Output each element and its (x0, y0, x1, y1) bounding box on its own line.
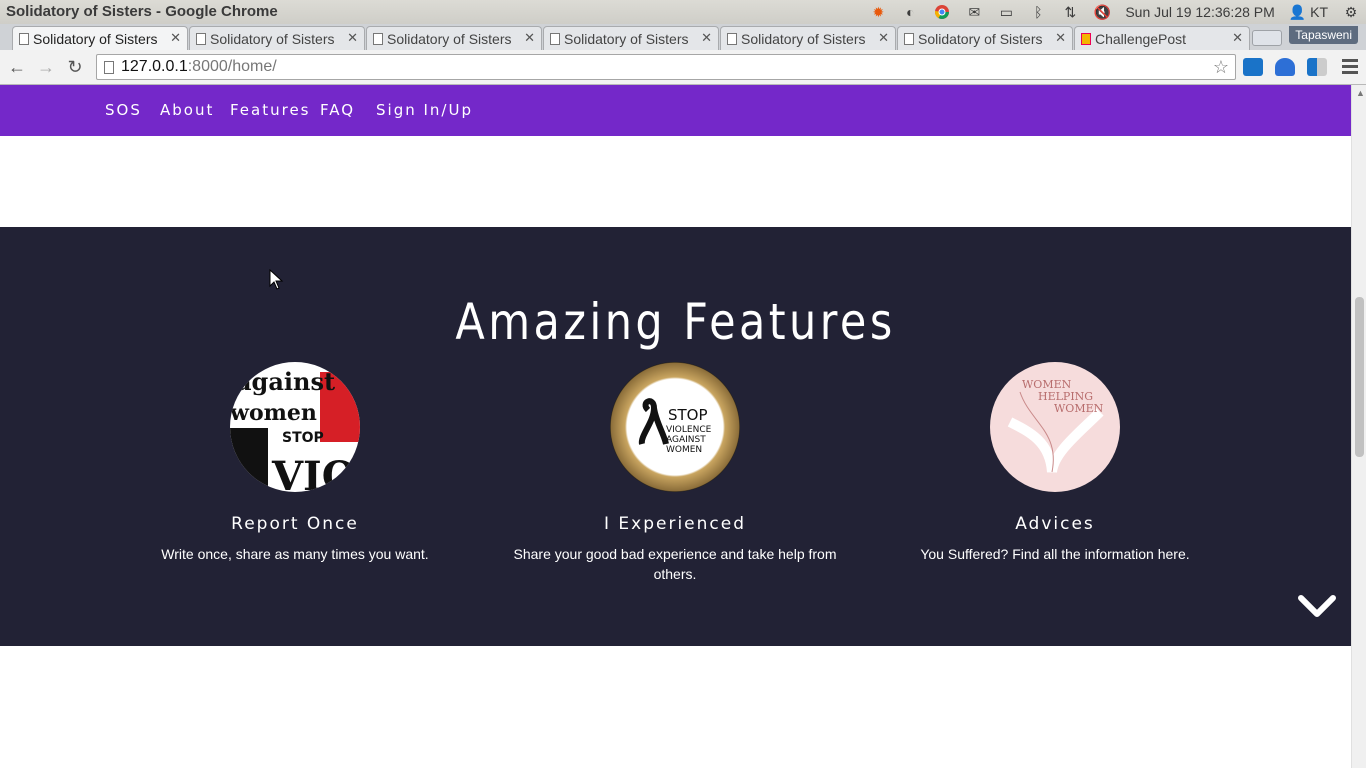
new-tab-button[interactable] (1252, 30, 1282, 46)
network-icon[interactable]: ◐ (901, 4, 919, 20)
os-top-bar: Solidatory of Sisters - Google Chrome ✹ … (0, 0, 1366, 24)
svg-text:AGAINST: AGAINST (666, 435, 706, 445)
bookmark-star-icon[interactable]: ☆ (1213, 57, 1229, 78)
tab-label: Solidatory of Sisters (564, 30, 689, 47)
close-icon[interactable]: ✕ (1232, 30, 1243, 46)
tab-label: Solidatory of Sisters (741, 30, 866, 47)
feature-card: STOP VIOLENCE AGAINST WOMEN I Experience… (495, 362, 855, 584)
features-heading: Amazing Features (455, 293, 896, 351)
system-tray: ✹ ◐ ✉ ▭ ᛒ ⇅ 🔇 Sun Jul 19 12:36:28 PM 👤 K… (869, 2, 1360, 22)
page-icon (550, 33, 560, 45)
nav-link-sos[interactable]: SOS (105, 101, 142, 119)
user-name: KT (1310, 3, 1328, 20)
page-icon (904, 33, 914, 45)
clock[interactable]: Sun Jul 19 12:36:28 PM (1125, 4, 1274, 20)
page-icon (104, 61, 114, 74)
browser-toolbar: ← → ↻ 127.0.0.1:8000/home/ ☆ (0, 50, 1366, 85)
browser-tab[interactable]: Solidatory of Sisters ✕ (543, 26, 719, 50)
tab-label: ChallengePost (1095, 30, 1187, 47)
feature-description: Write once, share as many times you want… (161, 546, 429, 562)
svg-text:VIO: VIO (271, 453, 357, 492)
page-icon (196, 33, 206, 45)
feature-card: WOMEN HELPING WOMEN Advices You Suffered… (875, 362, 1235, 564)
page-viewport: SOS About Features FAQ Sign In/Up Amazin… (0, 85, 1351, 768)
svg-text:VIOLENCE: VIOLENCE (666, 425, 712, 435)
site-navbar: SOS About Features FAQ Sign In/Up (0, 85, 1351, 136)
reload-icon[interactable]: ↻ (64, 56, 86, 78)
nav-link-sign-in[interactable]: Sign In/Up (376, 101, 473, 119)
challengepost-icon (1081, 33, 1091, 45)
browser-tab[interactable]: Solidatory of Sisters ✕ (720, 26, 896, 50)
close-icon[interactable]: ✕ (524, 30, 535, 46)
chevron-down-icon[interactable] (1297, 592, 1337, 620)
svg-text:STOP: STOP (668, 406, 708, 424)
scrollbar-thumb[interactable] (1355, 297, 1364, 457)
nav-link-faq[interactable]: FAQ (320, 101, 355, 119)
menu-icon[interactable] (1342, 59, 1358, 77)
mail-icon[interactable]: ✉ (965, 4, 983, 20)
close-icon[interactable]: ✕ (347, 30, 358, 46)
feature-title: Advices (1015, 514, 1095, 534)
women-helping-women-image: WOMEN HELPING WOMEN (990, 362, 1120, 492)
tab-label: Solidatory of Sisters (387, 30, 512, 47)
features-section: Amazing Features against women STOP VIO … (0, 227, 1351, 646)
forward-arrow-icon[interactable]: → (35, 56, 57, 78)
tab-label: Solidatory of Sisters (210, 30, 335, 47)
back-arrow-icon[interactable]: ← (6, 56, 28, 78)
svg-text:against: against (236, 367, 335, 396)
tab-label: Solidatory of Sisters (918, 30, 1043, 47)
battery-icon[interactable]: ▭ (997, 4, 1015, 20)
page-icon (19, 33, 29, 45)
browser-tab[interactable]: ChallengePost ✕ (1074, 26, 1250, 50)
gear-icon[interactable]: ⚙ (1342, 4, 1360, 20)
browser-tab[interactable]: Solidatory of Sisters ✕ (897, 26, 1073, 50)
close-icon[interactable]: ✕ (170, 30, 181, 46)
extension-icon[interactable] (1307, 58, 1327, 76)
bluetooth-icon[interactable]: ᛒ (1029, 4, 1047, 20)
svg-text:STOP: STOP (282, 430, 324, 446)
profile-badge[interactable]: Tapasweni (1289, 26, 1358, 44)
volume-muted-icon[interactable]: 🔇 (1093, 4, 1111, 20)
feature-description: You Suffered? Find all the information h… (920, 546, 1190, 562)
feature-description: Share your good bad experience and take … (513, 546, 837, 582)
feature-title: Report Once (231, 514, 359, 534)
feature-card: against women STOP VIO Report Once Write… (115, 362, 475, 564)
report-once-image: against women STOP VIO (230, 362, 360, 492)
tab-strip: Solidatory of Sisters ✕ Solidatory of Sis… (0, 24, 1366, 50)
stop-violence-image: STOP VIOLENCE AGAINST WOMEN (610, 362, 740, 492)
browser-tab[interactable]: Solidatory of Sisters ✕ (189, 26, 365, 50)
page-icon (373, 33, 383, 45)
extension-icon[interactable] (1275, 58, 1295, 76)
browser-tab[interactable]: Solidatory of Sisters ✕ (12, 26, 188, 50)
extension-icon[interactable] (1243, 58, 1263, 76)
close-icon[interactable]: ✕ (1055, 30, 1066, 46)
svg-text:WOMEN: WOMEN (1054, 402, 1104, 415)
transfer-icon[interactable]: ⇅ (1061, 4, 1079, 20)
nav-link-features[interactable]: Features (230, 101, 311, 119)
svg-text:women: women (230, 400, 317, 426)
url-path: :8000/home/ (187, 58, 277, 75)
update-icon[interactable]: ✹ (869, 4, 887, 20)
browser-tab[interactable]: Solidatory of Sisters ✕ (366, 26, 542, 50)
window-title: Solidatory of Sisters - Google Chrome (6, 3, 278, 20)
close-icon[interactable]: ✕ (878, 30, 889, 46)
nav-link-about[interactable]: About (160, 101, 214, 119)
url-host: 127.0.0.1 (121, 58, 188, 75)
feature-title: I Experienced (603, 514, 746, 534)
chrome-icon[interactable] (933, 4, 951, 20)
mouse-pointer-icon (269, 269, 284, 290)
vertical-scrollbar[interactable]: ▲ (1351, 85, 1366, 768)
user-menu[interactable]: 👤 KT (1289, 4, 1328, 21)
svg-text:WOMEN: WOMEN (666, 445, 702, 455)
tab-label: Solidatory of Sisters (33, 30, 158, 47)
close-icon[interactable]: ✕ (701, 30, 712, 46)
page-icon (727, 33, 737, 45)
address-bar[interactable]: 127.0.0.1:8000/home/ ☆ (96, 54, 1236, 80)
scroll-up-arrow-icon[interactable]: ▲ (1356, 88, 1365, 98)
